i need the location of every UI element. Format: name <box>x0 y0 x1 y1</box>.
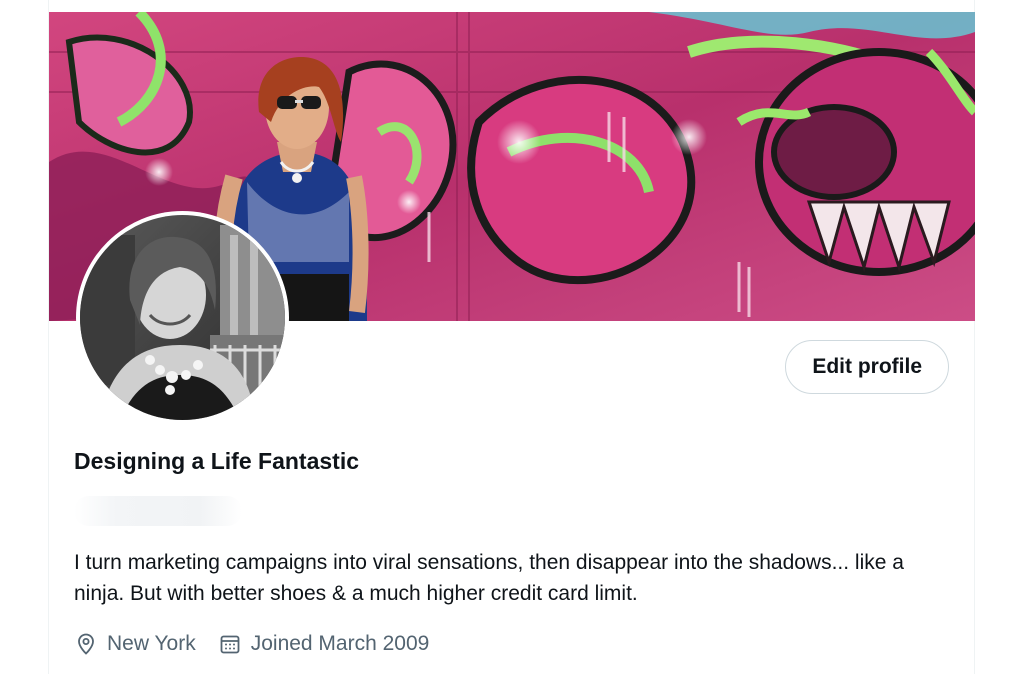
profile-location-text: New York <box>107 632 196 655</box>
profile-display-name: Designing a Life Fantastic <box>74 448 359 474</box>
location-pin-icon <box>74 632 98 656</box>
edit-profile-button[interactable]: Edit profile <box>785 340 949 394</box>
calendar-icon <box>218 632 242 656</box>
profile-joined: Joined March 2009 <box>218 632 430 656</box>
profile-meta-row: New York Joined March 2009 <box>74 628 451 660</box>
profile-bio: I turn marketing campaigns into viral se… <box>74 551 904 605</box>
profile-avatar[interactable] <box>76 211 289 424</box>
profile-column: Edit profile Designing a Life Fantastic … <box>48 0 975 674</box>
profile-joined-text: Joined March 2009 <box>250 632 430 655</box>
profile-handle-redacted <box>74 496 242 526</box>
profile-location: New York <box>74 632 196 656</box>
profile-page: Edit profile Designing a Life Fantastic … <box>0 0 1024 674</box>
